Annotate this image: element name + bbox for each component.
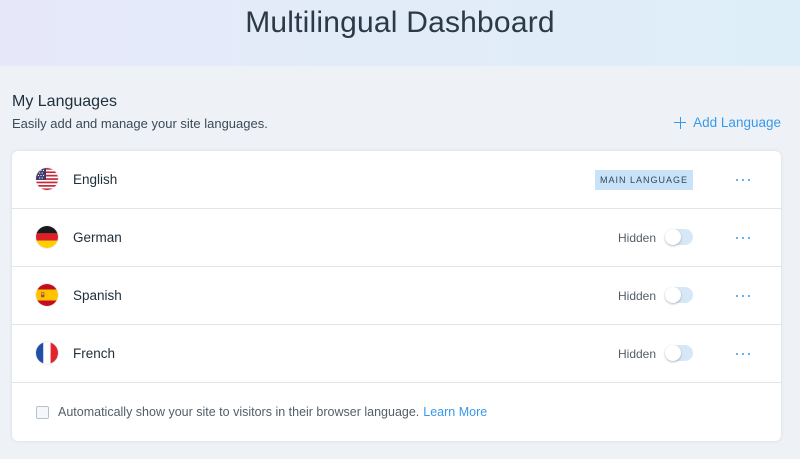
language-name: French bbox=[73, 346, 116, 361]
dashboard-header: Multilingual Dashboard bbox=[0, 0, 800, 66]
auto-detect-text: Automatically show your site to visitors… bbox=[58, 405, 420, 419]
learn-more-link[interactable]: Learn More bbox=[423, 405, 487, 419]
main-language-badge: MAIN LANGUAGE bbox=[595, 170, 693, 190]
more-options-button[interactable] bbox=[732, 227, 754, 249]
add-language-label: Add Language bbox=[693, 115, 781, 130]
plus-icon bbox=[674, 116, 687, 129]
add-language-button[interactable]: Add Language bbox=[674, 115, 781, 130]
more-options-button[interactable] bbox=[732, 285, 754, 307]
visibility-status: Hidden bbox=[618, 289, 657, 303]
auto-detect-checkbox[interactable] bbox=[36, 406, 49, 419]
visibility-toggle[interactable] bbox=[665, 287, 693, 303]
languages-card: English MAIN LANGUAGE German Hidden Span… bbox=[12, 151, 781, 441]
visibility-status: Hidden bbox=[618, 347, 657, 361]
auto-detect-label: Automatically show your site to visitors… bbox=[58, 405, 487, 419]
page-title: Multilingual Dashboard bbox=[245, 6, 555, 39]
spain-flag-icon bbox=[36, 284, 58, 306]
visibility-toggle[interactable] bbox=[665, 229, 693, 245]
section-title: My Languages bbox=[12, 93, 117, 110]
language-name: German bbox=[73, 230, 122, 245]
language-row-french: French Hidden bbox=[12, 325, 781, 383]
language-row-spanish: Spanish Hidden bbox=[12, 267, 781, 325]
more-options-button[interactable] bbox=[732, 169, 754, 191]
france-flag-icon bbox=[36, 342, 58, 364]
visibility-status: Hidden bbox=[618, 231, 657, 245]
section-subtitle: Easily add and manage your site language… bbox=[12, 116, 268, 131]
language-row-german: German Hidden bbox=[12, 209, 781, 267]
auto-detect-row: Automatically show your site to visitors… bbox=[12, 383, 781, 441]
more-options-button[interactable] bbox=[732, 343, 754, 365]
us-flag-icon bbox=[36, 168, 58, 190]
language-row-english: English MAIN LANGUAGE bbox=[12, 151, 781, 209]
language-name: English bbox=[73, 172, 118, 187]
germany-flag-icon bbox=[36, 226, 58, 248]
visibility-toggle[interactable] bbox=[665, 345, 693, 361]
language-name: Spanish bbox=[73, 288, 122, 303]
